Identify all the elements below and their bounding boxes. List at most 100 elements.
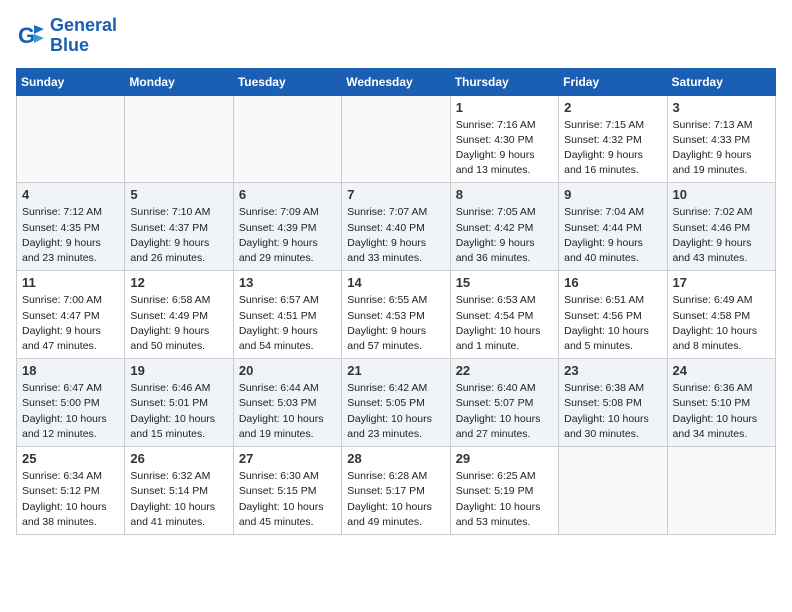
day-info: Sunrise: 7:10 AM Sunset: 4:37 PM Dayligh… [130, 205, 227, 266]
day-info: Sunrise: 6:49 AM Sunset: 4:58 PM Dayligh… [673, 293, 770, 354]
day-number: 10 [673, 187, 770, 202]
day-cell: 3 Sunrise: 7:13 AM Sunset: 4:33 PM Daylig… [667, 95, 775, 183]
day-cell: 12 Sunrise: 6:58 AM Sunset: 4:49 PM Dayli… [125, 271, 233, 359]
calendar-table: SundayMondayTuesdayWednesdayThursdayFrid… [16, 68, 776, 535]
day-cell: 4 Sunrise: 7:12 AM Sunset: 4:35 PM Daylig… [17, 183, 125, 271]
day-info: Sunrise: 6:44 AM Sunset: 5:03 PM Dayligh… [239, 381, 336, 442]
day-number: 15 [456, 275, 553, 290]
day-info: Sunrise: 7:13 AM Sunset: 4:33 PM Dayligh… [673, 118, 770, 179]
day-number: 9 [564, 187, 661, 202]
day-cell: 15 Sunrise: 6:53 AM Sunset: 4:54 PM Dayli… [450, 271, 558, 359]
day-cell: 18 Sunrise: 6:47 AM Sunset: 5:00 PM Dayli… [17, 359, 125, 447]
day-number: 6 [239, 187, 336, 202]
day-info: Sunrise: 7:15 AM Sunset: 4:32 PM Dayligh… [564, 118, 661, 179]
day-info: Sunrise: 6:47 AM Sunset: 5:00 PM Dayligh… [22, 381, 119, 442]
day-cell: 21Sunrise: 6:42 AM Sunset: 5:05 PM Dayli… [342, 359, 450, 447]
day-cell [17, 95, 125, 183]
day-number: 17 [673, 275, 770, 290]
weekday-header-saturday: Saturday [667, 68, 775, 95]
day-cell: 11Sunrise: 7:00 AM Sunset: 4:47 PM Dayli… [17, 271, 125, 359]
day-number: 28 [347, 451, 444, 466]
day-number: 22 [456, 363, 553, 378]
day-cell: 5 Sunrise: 7:10 AM Sunset: 4:37 PM Daylig… [125, 183, 233, 271]
day-number: 7 [347, 187, 444, 202]
day-info: Sunrise: 6:32 AM Sunset: 5:14 PM Dayligh… [130, 469, 227, 530]
day-info: Sunrise: 6:55 AM Sunset: 4:53 PM Dayligh… [347, 293, 444, 354]
weekday-header-sunday: Sunday [17, 68, 125, 95]
day-number: 18 [22, 363, 119, 378]
day-cell: 16 Sunrise: 6:51 AM Sunset: 4:56 PM Dayli… [559, 271, 667, 359]
day-cell: 9 Sunrise: 7:04 AM Sunset: 4:44 PM Daylig… [559, 183, 667, 271]
day-info: Sunrise: 7:02 AM Sunset: 4:46 PM Dayligh… [673, 205, 770, 266]
week-row-0: 1 Sunrise: 7:16 AM Sunset: 4:30 PM Daylig… [17, 95, 776, 183]
day-number: 4 [22, 187, 119, 202]
day-info: Sunrise: 6:28 AM Sunset: 5:17 PM Dayligh… [347, 469, 444, 530]
day-number: 27 [239, 451, 336, 466]
day-cell: 23Sunrise: 6:38 AM Sunset: 5:08 PM Dayli… [559, 359, 667, 447]
day-cell: 7 Sunrise: 7:07 AM Sunset: 4:40 PM Daylig… [342, 183, 450, 271]
weekday-header-tuesday: Tuesday [233, 68, 341, 95]
day-cell: 29 Sunrise: 6:25 AM Sunset: 5:19 PM Dayli… [450, 447, 558, 535]
day-info: Sunrise: 6:34 AM Sunset: 5:12 PM Dayligh… [22, 469, 119, 530]
week-row-1: 4 Sunrise: 7:12 AM Sunset: 4:35 PM Daylig… [17, 183, 776, 271]
day-cell: 17 Sunrise: 6:49 AM Sunset: 4:58 PM Dayli… [667, 271, 775, 359]
day-info: Sunrise: 7:07 AM Sunset: 4:40 PM Dayligh… [347, 205, 444, 266]
day-info: Sunrise: 6:38 AM Sunset: 5:08 PM Dayligh… [564, 381, 661, 442]
day-info: Sunrise: 7:12 AM Sunset: 4:35 PM Dayligh… [22, 205, 119, 266]
day-cell [667, 447, 775, 535]
day-cell: 22 Sunrise: 6:40 AM Sunset: 5:07 PM Dayli… [450, 359, 558, 447]
day-number: 29 [456, 451, 553, 466]
day-number: 1 [456, 100, 553, 115]
day-info: Sunrise: 6:58 AM Sunset: 4:49 PM Dayligh… [130, 293, 227, 354]
day-cell: 14 Sunrise: 6:55 AM Sunset: 4:53 PM Dayli… [342, 271, 450, 359]
day-number: 12 [130, 275, 227, 290]
day-number: 11 [22, 275, 119, 290]
day-cell: 19 Sunrise: 6:46 AM Sunset: 5:01 PM Dayli… [125, 359, 233, 447]
day-info: Sunrise: 6:53 AM Sunset: 4:54 PM Dayligh… [456, 293, 553, 354]
day-number: 2 [564, 100, 661, 115]
day-cell [125, 95, 233, 183]
day-info: Sunrise: 6:46 AM Sunset: 5:01 PM Dayligh… [130, 381, 227, 442]
day-info: Sunrise: 6:25 AM Sunset: 5:19 PM Dayligh… [456, 469, 553, 530]
calendar-body: 1 Sunrise: 7:16 AM Sunset: 4:30 PM Daylig… [17, 95, 776, 534]
day-number: 13 [239, 275, 336, 290]
day-cell: 27 Sunrise: 6:30 AM Sunset: 5:15 PM Dayli… [233, 447, 341, 535]
day-info: Sunrise: 6:42 AM Sunset: 5:05 PM Dayligh… [347, 381, 444, 442]
day-number: 24 [673, 363, 770, 378]
page-header: G General Blue [16, 16, 776, 56]
weekday-header-thursday: Thursday [450, 68, 558, 95]
day-cell: 25 Sunrise: 6:34 AM Sunset: 5:12 PM Dayli… [17, 447, 125, 535]
day-info: Sunrise: 7:04 AM Sunset: 4:44 PM Dayligh… [564, 205, 661, 266]
logo-text: General Blue [50, 16, 117, 56]
day-cell: 13Sunrise: 6:57 AM Sunset: 4:51 PM Dayli… [233, 271, 341, 359]
day-cell: 2 Sunrise: 7:15 AM Sunset: 4:32 PM Daylig… [559, 95, 667, 183]
day-cell: 20 Sunrise: 6:44 AM Sunset: 5:03 PM Dayli… [233, 359, 341, 447]
day-number: 20 [239, 363, 336, 378]
day-number: 25 [22, 451, 119, 466]
day-cell: 6 Sunrise: 7:09 AM Sunset: 4:39 PM Daylig… [233, 183, 341, 271]
day-number: 19 [130, 363, 227, 378]
day-info: Sunrise: 6:30 AM Sunset: 5:15 PM Dayligh… [239, 469, 336, 530]
weekday-header-row: SundayMondayTuesdayWednesdayThursdayFrid… [17, 68, 776, 95]
day-cell: 24Sunrise: 6:36 AM Sunset: 5:10 PM Dayli… [667, 359, 775, 447]
day-cell [559, 447, 667, 535]
week-row-2: 11Sunrise: 7:00 AM Sunset: 4:47 PM Dayli… [17, 271, 776, 359]
day-info: Sunrise: 6:51 AM Sunset: 4:56 PM Dayligh… [564, 293, 661, 354]
day-cell: 8Sunrise: 7:05 AM Sunset: 4:42 PM Daylig… [450, 183, 558, 271]
logo-icon: G [16, 21, 46, 51]
weekday-header-monday: Monday [125, 68, 233, 95]
day-cell: 28 Sunrise: 6:28 AM Sunset: 5:17 PM Dayli… [342, 447, 450, 535]
day-number: 14 [347, 275, 444, 290]
day-number: 5 [130, 187, 227, 202]
day-info: Sunrise: 7:09 AM Sunset: 4:39 PM Dayligh… [239, 205, 336, 266]
day-cell: 1 Sunrise: 7:16 AM Sunset: 4:30 PM Daylig… [450, 95, 558, 183]
day-number: 16 [564, 275, 661, 290]
day-number: 3 [673, 100, 770, 115]
weekday-header-friday: Friday [559, 68, 667, 95]
day-info: Sunrise: 7:16 AM Sunset: 4:30 PM Dayligh… [456, 118, 553, 179]
day-number: 26 [130, 451, 227, 466]
logo: G General Blue [16, 16, 117, 56]
day-cell: 10 Sunrise: 7:02 AM Sunset: 4:46 PM Dayli… [667, 183, 775, 271]
week-row-4: 25 Sunrise: 6:34 AM Sunset: 5:12 PM Dayli… [17, 447, 776, 535]
day-info: Sunrise: 6:40 AM Sunset: 5:07 PM Dayligh… [456, 381, 553, 442]
